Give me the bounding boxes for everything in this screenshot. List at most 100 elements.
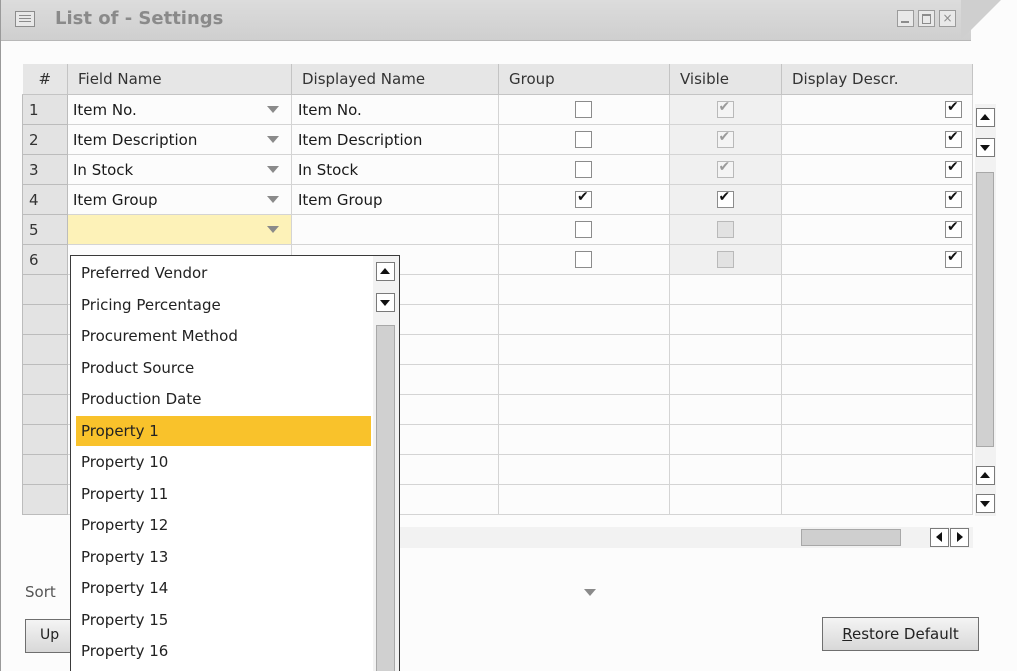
visible-cell[interactable] [669,334,782,365]
dropdown-option[interactable]: Preferred Vendor [76,258,371,288]
dropdown-option[interactable]: Property 16 [76,636,371,666]
dropdown-option[interactable]: Property 1 [76,415,371,446]
group-checkbox[interactable] [575,101,592,118]
chevron-down-icon[interactable] [267,166,279,173]
display-descr-checkbox[interactable] [945,159,962,178]
dropdown-option[interactable]: Property 13 [76,542,371,572]
arrow-down-icon[interactable] [976,138,995,157]
group-checkbox[interactable] [575,251,592,268]
chevron-down-icon[interactable] [267,196,279,203]
display-descr-checkbox[interactable] [945,249,962,268]
row-number-cell[interactable]: 4 [22,184,68,215]
display-descr-cell[interactable] [781,124,973,155]
field-name-cell[interactable]: Item No. [67,94,292,125]
row-number-cell[interactable] [22,484,68,515]
vertical-scrollbar[interactable] [975,104,996,516]
display-descr-cell[interactable] [781,244,973,275]
visible-checkbox[interactable] [716,189,734,208]
group-checkbox[interactable] [575,161,592,178]
display-descr-cell[interactable] [781,214,973,245]
arrow-down-icon[interactable] [976,494,995,513]
maximize-button[interactable] [918,10,935,27]
arrow-down-icon[interactable] [376,293,395,312]
display-descr-checkbox[interactable] [945,99,962,118]
table-row[interactable]: 4 Item Group Item Group [22,184,973,215]
group-cell[interactable] [498,94,670,125]
column-header-displayed-name[interactable]: Displayed Name [291,64,499,95]
row-number-cell[interactable]: 1 [22,94,68,125]
visible-cell[interactable] [669,484,782,515]
visible-cell[interactable] [669,364,782,395]
group-cell[interactable] [498,304,670,335]
column-header-field-name[interactable]: Field Name [67,64,292,95]
dropdown-option[interactable]: Property 15 [76,605,371,635]
visible-cell[interactable] [669,274,782,305]
displayed-name-cell[interactable] [291,214,499,245]
displayed-name-cell[interactable]: Item No. [291,94,499,125]
visible-checkbox[interactable] [716,251,734,268]
group-cell[interactable] [498,154,670,185]
dropdown-scroll-thumb[interactable] [376,325,395,671]
display-descr-cell[interactable] [781,154,973,185]
row-number-cell[interactable] [22,274,68,305]
display-descr-cell[interactable] [781,454,973,485]
table-row[interactable]: 2 Item Description Item Description [22,124,973,155]
column-header-visible[interactable]: Visible [669,64,782,95]
vertical-scroll-thumb[interactable] [976,172,994,447]
field-name-cell[interactable]: Item Group [67,184,292,215]
visible-checkbox[interactable] [716,129,734,148]
group-cell[interactable] [498,424,670,455]
horizontal-scroll-thumb[interactable] [801,529,901,546]
dropdown-scrollbar[interactable] [373,256,399,671]
field-name-cell[interactable] [67,214,292,245]
visible-cell[interactable] [669,394,782,425]
visible-checkbox[interactable] [716,99,734,118]
restore-default-button[interactable]: Restore Default [822,617,979,651]
table-row[interactable]: 5 [22,214,973,245]
arrow-left-icon[interactable] [930,528,949,547]
group-cell[interactable] [498,364,670,395]
display-descr-cell[interactable] [781,274,973,305]
chevron-down-icon[interactable] [584,589,596,596]
field-name-cell[interactable]: In Stock [67,154,292,185]
title-bar[interactable]: List of - Settings × [1,0,1017,41]
display-descr-checkbox[interactable] [945,189,962,208]
group-checkbox[interactable] [575,189,592,208]
arrow-up-icon[interactable] [976,466,995,485]
dropdown-option[interactable]: Property 10 [76,447,371,477]
table-row[interactable]: 3 In Stock In Stock [22,154,973,185]
display-descr-cell[interactable] [781,334,973,365]
visible-cell[interactable] [669,304,782,335]
display-descr-checkbox[interactable] [945,219,962,238]
visible-cell[interactable] [669,154,782,185]
arrow-right-icon[interactable] [950,528,969,547]
dropdown-option[interactable]: Property 14 [76,573,371,603]
row-number-cell[interactable]: 2 [22,124,68,155]
row-number-cell[interactable] [22,334,68,365]
group-cell[interactable] [498,244,670,275]
group-cell[interactable] [498,124,670,155]
visible-cell[interactable] [669,424,782,455]
display-descr-cell[interactable] [781,184,973,215]
group-cell[interactable] [498,184,670,215]
group-checkbox[interactable] [575,131,592,148]
horizontal-scrollbar[interactable] [397,527,973,548]
field-name-cell[interactable]: Item Description [67,124,292,155]
column-header-group[interactable]: Group [498,64,670,95]
dropdown-option[interactable]: Property 11 [76,479,371,509]
group-cell[interactable] [498,394,670,425]
column-header-number[interactable]: # [22,64,68,95]
visible-checkbox[interactable] [716,159,734,178]
row-number-cell[interactable]: 5 [22,214,68,245]
visible-checkbox[interactable] [716,221,734,238]
visible-cell[interactable] [669,454,782,485]
row-number-cell[interactable] [22,304,68,335]
row-number-cell[interactable] [22,364,68,395]
group-cell[interactable] [498,334,670,365]
dropdown-option[interactable]: Pricing Percentage [76,290,371,320]
chevron-down-icon[interactable] [267,106,279,113]
visible-cell[interactable] [669,124,782,155]
displayed-name-cell[interactable]: Item Group [291,184,499,215]
field-name-dropdown-list[interactable]: Preferred Vendor Pricing Percentage Procur… [70,255,400,671]
dropdown-option[interactable]: Production Date [76,384,371,414]
